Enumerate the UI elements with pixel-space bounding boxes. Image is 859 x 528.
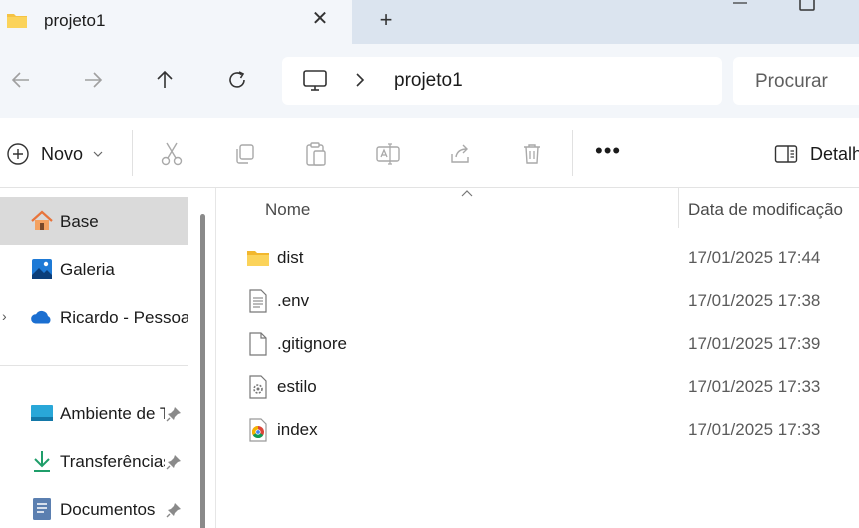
table-row[interactable]: index 17/01/2025 17:33: [236, 410, 859, 450]
details-label: Detalhes: [810, 143, 859, 164]
sidebar-item-label: Ricardo - Pessoal: [60, 308, 188, 327]
table-row[interactable]: dist 17/01/2025 17:44: [236, 238, 859, 278]
sidebar-scrollbar[interactable]: [200, 214, 205, 528]
file-date: 17/01/2025 17:33: [688, 377, 821, 396]
tab-strip: projeto1 ✕ +: [0, 0, 859, 44]
maximize-icon[interactable]: [798, 0, 816, 14]
chevron-down-icon: [93, 151, 103, 157]
column-header-name[interactable]: Nome: [265, 200, 310, 220]
search-placeholder: Procurar: [755, 71, 828, 92]
details-pane-button[interactable]: Detalhes: [774, 140, 859, 168]
more-options-button[interactable]: •••: [595, 140, 621, 162]
cut-button[interactable]: [158, 140, 186, 168]
sidebar-item-label: Documentos: [60, 500, 156, 519]
file-list: Nome Data de modificação dist 17/01/2025…: [216, 188, 859, 528]
chrome-html-icon: [246, 418, 270, 442]
copy-icon: [236, 144, 254, 164]
pin-icon[interactable]: [166, 502, 182, 518]
copy-button[interactable]: [230, 140, 258, 168]
file-date: 17/01/2025 17:33: [688, 420, 821, 439]
sidebar-item-label: Transferências: [60, 452, 165, 471]
share-button[interactable]: [446, 140, 474, 168]
forward-button[interactable]: [77, 64, 109, 96]
text-file-icon: [246, 289, 270, 313]
rename-icon: [376, 143, 400, 165]
arrow-up-icon: [157, 70, 173, 88]
share-icon: [451, 144, 469, 163]
sidebar-item-label: Ambiente de Trabalho: [60, 404, 165, 423]
sidebar-item-label: Base: [60, 212, 99, 231]
sidebar-item-ambiente-de-trabalho[interactable]: Ambiente de Trabalho: [0, 389, 188, 437]
desktop-icon: [30, 401, 54, 425]
downloads-icon: [30, 449, 54, 473]
file-name: estilo: [277, 377, 317, 396]
onedrive-cloud-icon: [30, 305, 54, 329]
refresh-button[interactable]: [221, 64, 253, 96]
css-file-icon: [246, 375, 270, 399]
table-row[interactable]: .gitignore 17/01/2025 17:39: [236, 324, 859, 364]
search-input[interactable]: Procurar: [733, 57, 859, 105]
column-resize-handle[interactable]: [678, 188, 679, 228]
sidebar-item-transferencias[interactable]: Transferências: [0, 437, 188, 485]
toolbar-divider: [572, 130, 573, 176]
arrow-right-icon: [85, 72, 103, 88]
navigation-pane: Base Galeria › Ricardo - Pessoal Ambient…: [0, 188, 215, 528]
folder-icon: [7, 14, 27, 28]
chevron-right-icon[interactable]: [354, 69, 366, 91]
tab-title: projeto1: [44, 11, 106, 30]
clipboard-icon: [306, 142, 326, 166]
file-name: index: [277, 420, 318, 439]
sidebar-divider: [0, 365, 188, 366]
table-row[interactable]: .env 17/01/2025 17:38: [236, 281, 859, 321]
computer-icon: [303, 70, 327, 91]
trash-icon: [524, 144, 540, 164]
minimize-icon[interactable]: [730, 0, 750, 8]
file-date: 17/01/2025 17:39: [688, 334, 821, 353]
scissors-icon: [161, 142, 183, 166]
pin-icon[interactable]: [166, 406, 182, 422]
home-icon: [30, 209, 54, 233]
sort-ascending-icon: [461, 190, 473, 197]
back-button[interactable]: [5, 64, 37, 96]
file-date: 17/01/2025 17:38: [688, 291, 821, 310]
file-name: .gitignore: [277, 334, 347, 353]
refresh-icon: [229, 71, 245, 88]
sidebar-item-documentos[interactable]: Documentos: [0, 485, 188, 528]
column-header-date[interactable]: Data de modificação: [688, 200, 843, 220]
pin-icon[interactable]: [166, 454, 182, 470]
file-name: .env: [277, 291, 310, 310]
close-tab-icon[interactable]: ✕: [307, 6, 333, 32]
delete-button[interactable]: [518, 140, 546, 168]
new-tab-button[interactable]: +: [372, 6, 400, 34]
sidebar-item-galeria[interactable]: Galeria: [0, 245, 188, 293]
arrow-left-icon: [11, 72, 29, 88]
plus-circle-icon: [7, 143, 29, 165]
documents-icon: [30, 497, 54, 521]
navigation-bar: projeto1 Procurar: [0, 44, 859, 118]
paste-button[interactable]: [302, 140, 330, 168]
new-button-label: Novo: [41, 143, 84, 164]
sidebar-item-base[interactable]: Base: [0, 197, 188, 245]
tab-projeto1[interactable]: projeto1 ✕: [0, 0, 352, 44]
gallery-icon: [30, 257, 54, 281]
toolbar-divider: [132, 130, 133, 176]
chevron-right-icon[interactable]: ›: [2, 308, 7, 324]
rename-button[interactable]: [374, 140, 402, 168]
sidebar-item-label: Galeria: [60, 260, 115, 279]
blank-file-icon: [246, 332, 270, 356]
details-pane-icon: [774, 145, 798, 163]
table-row[interactable]: estilo 17/01/2025 17:33: [236, 367, 859, 407]
up-button[interactable]: [149, 64, 181, 96]
file-date: 17/01/2025 17:44: [688, 248, 821, 267]
new-button[interactable]: Novo: [6, 140, 103, 168]
file-name: dist: [277, 248, 304, 267]
command-bar: Novo ••• Detalh: [0, 118, 859, 188]
folder-icon: [246, 246, 270, 270]
breadcrumb-projeto1[interactable]: projeto1: [394, 70, 463, 92]
address-bar[interactable]: projeto1: [282, 57, 722, 105]
sidebar-item-onedrive[interactable]: › Ricardo - Pessoal: [0, 293, 188, 341]
